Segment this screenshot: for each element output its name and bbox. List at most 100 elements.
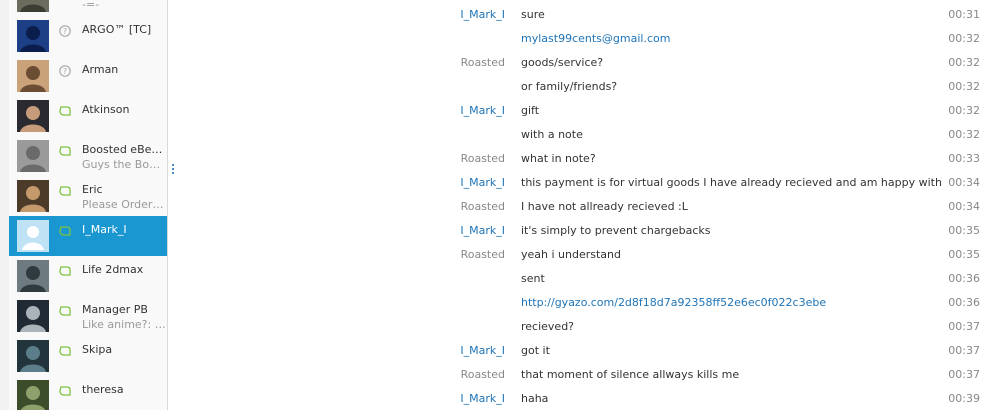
message-time: 00:34 bbox=[948, 176, 980, 189]
chat-message: mylast99cents@gmail.com 00:32 bbox=[176, 24, 989, 48]
contact-mood: -=- bbox=[82, 0, 100, 11]
chat-message: I_Mark_I it's simply to prevent chargebac… bbox=[176, 216, 989, 240]
chat-message: Roasted goods/service? 00:32 bbox=[176, 48, 989, 72]
contact-avatar bbox=[17, 140, 49, 172]
contact-item[interactable]: Eric Please Order f... bbox=[9, 176, 167, 216]
contact-item[interactable]: Skipa bbox=[9, 336, 167, 376]
chat-message: Roasted that moment of silence allways ki… bbox=[176, 360, 989, 384]
message-sender[interactable]: I_Mark_I bbox=[460, 8, 505, 21]
message-time: 00:35 bbox=[948, 248, 980, 261]
message-time: 00:34 bbox=[948, 200, 980, 213]
contact-item[interactable]: theresa bbox=[9, 376, 167, 410]
message-sender[interactable]: I_Mark_I bbox=[460, 344, 505, 357]
message-sender[interactable]: I_Mark_I bbox=[460, 176, 505, 189]
message-text: it's simply to prevent chargebacks bbox=[521, 224, 711, 237]
pane-splitter-handle[interactable] bbox=[172, 164, 174, 176]
message-sender[interactable]: I_Mark_I bbox=[460, 392, 505, 405]
contact-avatar bbox=[17, 380, 49, 410]
contact-name: Boosted eBear... bbox=[82, 143, 166, 156]
chat-message: I_Mark_I haha 00:39 bbox=[176, 384, 989, 408]
message-time: 00:39 bbox=[948, 392, 980, 405]
contact-item[interactable]: ? Arman bbox=[9, 56, 167, 96]
message-text: sure bbox=[521, 8, 545, 21]
status-offline-icon bbox=[59, 265, 71, 277]
contact-avatar bbox=[17, 0, 49, 12]
message-time: 00:37 bbox=[948, 320, 980, 333]
message-sender: Roasted bbox=[460, 368, 505, 381]
status-unknown-icon: ? bbox=[59, 25, 71, 37]
contact-item[interactable]: I_Mark_I bbox=[9, 216, 167, 256]
message-time: 00:32 bbox=[948, 56, 980, 69]
contact-item[interactable]: Boosted eBear... Guys the Boos... bbox=[9, 136, 167, 176]
contact-name: Atkinson bbox=[82, 103, 130, 116]
status-offline-icon bbox=[59, 105, 71, 117]
contact-avatar bbox=[17, 300, 49, 332]
message-text: sent bbox=[521, 272, 545, 285]
message-sender: Roasted bbox=[460, 200, 505, 213]
contact-name: Arman bbox=[82, 63, 119, 76]
chat-history[interactable]: I_Mark_I sure 00:31 mylast99cents@gmail.com… bbox=[176, 0, 989, 410]
contact-avatar bbox=[17, 20, 49, 52]
message-time: 00:37 bbox=[948, 368, 980, 381]
message-time: 00:32 bbox=[948, 80, 980, 93]
message-text: gift bbox=[521, 104, 540, 117]
message-time: 00:32 bbox=[948, 128, 980, 141]
svg-text:?: ? bbox=[63, 27, 67, 36]
message-time: 00:32 bbox=[948, 104, 980, 117]
message-time: 00:36 bbox=[948, 272, 980, 285]
svg-text:?: ? bbox=[63, 67, 67, 76]
chat-message: http://gyazo.com/2d8f18d7a92358ff52e6ec0… bbox=[176, 288, 989, 312]
contact-mood: Guys the Boos... bbox=[82, 158, 166, 171]
message-time: 00:31 bbox=[948, 8, 980, 21]
contact-list[interactable]: ?-=-? ARGO™ [TC]? Arman Atkinson Boosted eBe… bbox=[9, 0, 167, 410]
contact-item[interactable]: Manager PB Like anime?: h... bbox=[9, 296, 167, 336]
contact-avatar bbox=[17, 220, 49, 252]
message-sender[interactable]: I_Mark_I bbox=[460, 104, 505, 117]
chat-message: I_Mark_I gift 00:32 bbox=[176, 96, 989, 120]
contact-name: Eric bbox=[82, 183, 103, 196]
chat-message: I_Mark_I this payment is for virtual good… bbox=[176, 168, 989, 192]
status-offline-icon bbox=[59, 145, 71, 157]
status-offline-icon bbox=[59, 305, 71, 317]
status-offline-icon bbox=[59, 225, 71, 237]
message-text: or family/friends? bbox=[521, 80, 618, 93]
contact-avatar bbox=[17, 100, 49, 132]
contact-name: Life 2dmax bbox=[82, 263, 144, 276]
message-time: 00:36 bbox=[948, 296, 980, 309]
contact-mood: Like anime?: h... bbox=[82, 318, 166, 331]
message-text: what in note? bbox=[521, 152, 596, 165]
message-time: 00:37 bbox=[948, 344, 980, 357]
contact-name: I_Mark_I bbox=[82, 223, 127, 236]
message-sender[interactable]: I_Mark_I bbox=[460, 224, 505, 237]
contact-item[interactable]: ?-=- bbox=[9, 0, 167, 16]
message-text: that moment of silence allways kills me bbox=[521, 368, 740, 381]
contact-item[interactable]: ? ARGO™ [TC] bbox=[9, 16, 167, 56]
message-link[interactable]: mylast99cents@gmail.com bbox=[521, 32, 670, 45]
chat-message: Roasted what in note? 00:33 bbox=[176, 144, 989, 168]
message-text: I have not allready recieved :L bbox=[521, 200, 688, 213]
chat-message: or family/friends? 00:32 bbox=[176, 72, 989, 96]
message-sender: Roasted bbox=[460, 248, 505, 261]
contact-name: Manager PB bbox=[82, 303, 148, 316]
message-text: this payment is for virtual goods I have… bbox=[521, 176, 942, 189]
message-text: haha bbox=[521, 392, 549, 405]
contact-name: theresa bbox=[82, 383, 124, 396]
status-offline-icon bbox=[59, 345, 71, 357]
chat-message: recieved? 00:37 bbox=[176, 312, 989, 336]
status-offline-icon bbox=[59, 385, 71, 397]
status-offline-icon bbox=[59, 185, 71, 197]
contact-item[interactable]: Life 2dmax bbox=[9, 256, 167, 296]
message-text: got it bbox=[521, 344, 550, 357]
chat-message: Roasted yeah i understand 00:35 bbox=[176, 240, 989, 264]
message-time: 00:32 bbox=[948, 32, 980, 45]
message-time: 00:33 bbox=[948, 152, 980, 165]
contact-mood: Please Order f... bbox=[82, 198, 166, 211]
contact-avatar bbox=[17, 180, 49, 212]
contact-name: ARGO™ [TC] bbox=[82, 23, 152, 36]
message-link[interactable]: http://gyazo.com/2d8f18d7a92358ff52e6ec0… bbox=[521, 296, 826, 309]
contact-item[interactable]: Atkinson bbox=[9, 96, 167, 136]
sidebar-gap bbox=[168, 0, 176, 410]
message-time: 00:35 bbox=[948, 224, 980, 237]
contact-avatar bbox=[17, 60, 49, 92]
contact-avatar bbox=[17, 340, 49, 372]
